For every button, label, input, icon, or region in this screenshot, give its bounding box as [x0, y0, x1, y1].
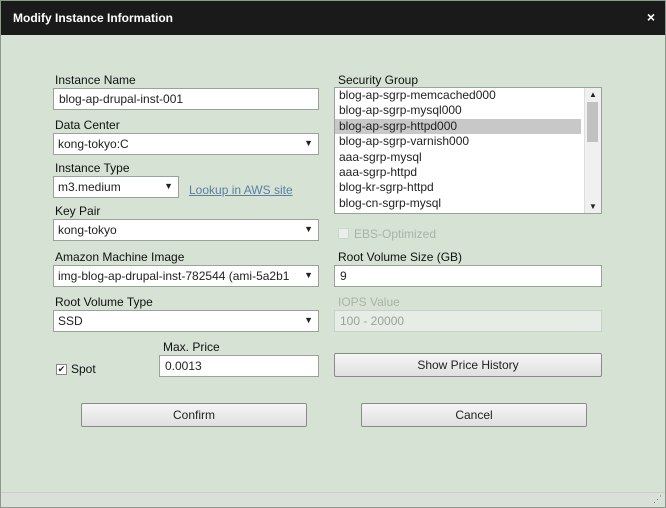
list-item[interactable]: blog-kr-sgrp-httpd [335, 180, 581, 195]
iops-input[interactable]: 100 - 20000 [334, 310, 602, 332]
list-scrollbar[interactable]: ▲ ▼ [584, 88, 601, 213]
instance-name-input[interactable]: blog-ap-drupal-inst-001 [53, 88, 319, 110]
root-volume-size-label: Root Volume Size (GB) [338, 250, 463, 264]
list-item[interactable]: blog-ap-sgrp-varnish000 [335, 134, 581, 149]
instance-name-label: Instance Name [55, 73, 136, 87]
iops-label: IOPS Value [338, 295, 400, 309]
chevron-down-icon: ▼ [304, 224, 313, 234]
root-volume-type-label: Root Volume Type [55, 295, 153, 309]
scrollbar-thumb[interactable] [587, 102, 598, 142]
instance-type-label: Instance Type [55, 161, 130, 175]
key-pair-label: Key Pair [55, 204, 101, 218]
root-volume-type-select[interactable]: SSD ▼ [53, 310, 319, 332]
dialog-footer: ⋰ [1, 492, 665, 507]
ebs-optimized-checkbox[interactable] [338, 228, 349, 239]
list-item[interactable]: blog-ap-sgrp-mysql000 [335, 103, 581, 118]
key-pair-value: kong-tokyo [58, 223, 117, 237]
list-item[interactable]: aaa-sgrp-mysql [335, 150, 581, 165]
list-item-selected[interactable]: blog-ap-sgrp-httpd000 [335, 118, 581, 135]
scroll-up-icon[interactable]: ▲ [589, 90, 597, 99]
spot-checkbox[interactable]: ✔ [56, 364, 67, 375]
max-price-label: Max. Price [163, 340, 220, 354]
max-price-input[interactable]: 0.0013 [159, 355, 319, 377]
scroll-down-icon[interactable]: ▼ [589, 202, 597, 211]
list-item[interactable]: blog-ap-sgrp-memcached000 [335, 88, 581, 103]
chevron-down-icon: ▼ [164, 181, 173, 191]
cancel-button[interactable]: Cancel [361, 403, 587, 427]
list-item[interactable]: aaa-sgrp-httpd [335, 165, 581, 180]
show-price-history-button[interactable]: Show Price History [334, 353, 602, 377]
root-volume-type-value: SSD [58, 314, 83, 328]
list-item[interactable]: blog-cn-sgrp-mysql [335, 196, 581, 211]
chevron-down-icon: ▼ [304, 138, 313, 148]
key-pair-select[interactable]: kong-tokyo ▼ [53, 219, 319, 241]
data-center-label: Data Center [55, 118, 120, 132]
security-group-list[interactable]: blog-ap-sgrp-memcached000 blog-ap-sgrp-m… [334, 87, 602, 214]
data-center-select[interactable]: kong-tokyo:C ▼ [53, 133, 319, 155]
confirm-button[interactable]: Confirm [81, 403, 307, 427]
instance-type-value: m3.medium [58, 180, 121, 194]
ami-value: img-blog-ap-drupal-inst-782544 (ami-5a2b… [58, 269, 290, 283]
chevron-down-icon: ▼ [304, 315, 313, 325]
modify-instance-dialog: Modify Instance Information × Instance N… [0, 0, 666, 508]
dialog-title: Modify Instance Information [13, 11, 174, 25]
ami-label: Amazon Machine Image [55, 250, 185, 264]
chevron-down-icon: ▼ [304, 270, 313, 280]
security-group-label: Security Group [338, 73, 419, 87]
lookup-aws-link[interactable]: Lookup in AWS site [189, 183, 293, 197]
root-volume-size-input[interactable]: 9 [334, 265, 602, 287]
dialog-titlebar[interactable]: Modify Instance Information × [1, 1, 665, 35]
spot-label: Spot [71, 362, 96, 376]
ebs-optimized-label: EBS-Optimized [354, 227, 437, 241]
data-center-value: kong-tokyo:C [58, 137, 129, 151]
instance-type-select[interactable]: m3.medium ▼ [53, 176, 179, 198]
resize-grip-icon[interactable]: ⋰ [653, 494, 662, 505]
close-icon[interactable]: × [647, 9, 655, 25]
ami-select[interactable]: img-blog-ap-drupal-inst-782544 (ami-5a2b… [53, 265, 319, 287]
